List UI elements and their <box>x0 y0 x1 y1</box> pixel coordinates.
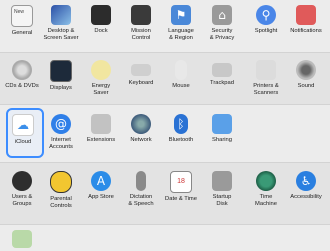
third-party-pane-icon <box>12 230 32 248</box>
pane-time-machine[interactable]: Time Machine <box>246 171 286 207</box>
puzzle-icon <box>91 114 111 134</box>
globe-icon <box>131 114 151 134</box>
notifications-icon <box>296 5 316 25</box>
pane-desktop-label: Desktop & Screen Saver <box>43 28 79 41</box>
pane-dock[interactable]: Dock <box>81 5 121 35</box>
pane-sound[interactable]: Sound <box>286 60 326 90</box>
pane-sharing-label: Sharing <box>212 137 232 143</box>
pane-users-label: Users & Groups <box>11 194 33 207</box>
cloud-icon: ☁ <box>12 114 34 136</box>
pane-language-region[interactable]: ⚑ Language & Region <box>161 5 201 41</box>
section-other <box>0 224 330 251</box>
app-store-icon: A <box>91 171 111 191</box>
speaker-icon <box>296 60 316 80</box>
users-icon <box>12 171 32 191</box>
pane-notifications-label: Notifications <box>290 28 322 34</box>
pane-app-store-label: App Store <box>88 194 114 200</box>
microphone-icon <box>136 171 146 191</box>
at-icon: @ <box>51 114 71 134</box>
pane-parental-label: Parental Controls <box>50 196 72 209</box>
pane-trackpad-label: Trackpad <box>210 80 234 86</box>
pane-displays-label: Displays <box>50 85 72 91</box>
pane-language-label: Language & Region <box>168 28 194 41</box>
pane-internet-accounts[interactable]: @ Internet Accounts <box>41 114 81 150</box>
pane-accessibility-label: Accessibility <box>290 194 322 200</box>
keyboard-icon <box>131 64 151 76</box>
pane-notifications[interactable]: Notifications <box>286 5 326 35</box>
time-machine-icon <box>256 171 276 191</box>
house-icon: ⌂ <box>212 5 232 25</box>
mouse-icon <box>175 60 187 80</box>
pane-internet-label: Internet Accounts <box>49 137 73 150</box>
pane-keyboard-label: Keyboard <box>128 80 154 86</box>
pane-spotlight[interactable]: ⚲ Spotlight <box>246 5 286 35</box>
pane-security-privacy[interactable]: ⌂ Security & Privacy <box>202 5 242 41</box>
pane-startup-disk[interactable]: Startup Disk <box>202 171 242 207</box>
pane-general-label: General <box>11 30 33 36</box>
pane-printers-scanners[interactable]: Printers & Scanners <box>246 60 286 96</box>
accessibility-icon: ♿ <box>296 171 316 191</box>
bluetooth-icon: ᛒ <box>174 114 188 134</box>
dock-icon <box>91 5 111 25</box>
pane-parental-controls[interactable]: Parental Controls <box>41 171 81 209</box>
folder-icon <box>212 114 232 134</box>
pane-mouse[interactable]: Mouse <box>161 60 201 90</box>
trackpad-icon <box>212 63 232 77</box>
pane-displays[interactable]: Displays <box>41 60 81 92</box>
pane-bluetooth-label: Bluetooth <box>168 137 194 143</box>
pane-dictation-label: Dictation & Speech <box>128 194 154 207</box>
pane-third-party[interactable] <box>2 230 42 248</box>
disk-icon <box>212 171 232 191</box>
pane-sharing[interactable]: Sharing <box>202 114 242 144</box>
pane-cds-dvds[interactable]: CDs & DVDs <box>2 60 42 90</box>
pane-date-time-label: Date & Time <box>165 196 197 202</box>
parental-icon <box>50 171 72 193</box>
pane-desktop-screen-saver[interactable]: Desktop & Screen Saver <box>41 5 81 41</box>
pane-icloud-label: iCloud <box>14 139 32 145</box>
pane-dictation-speech[interactable]: Dictation & Speech <box>121 171 161 207</box>
pane-network-label: Network <box>130 137 152 143</box>
pane-cds-label: CDs & DVDs <box>5 83 39 89</box>
spotlight-icon: ⚲ <box>256 5 276 25</box>
pane-time-machine-label: Time Machine <box>255 194 277 207</box>
pane-accessibility[interactable]: ♿ Accessibility <box>286 171 326 201</box>
pane-network[interactable]: Network <box>121 114 161 144</box>
pane-security-label: Security & Privacy <box>209 28 235 41</box>
pane-keyboard[interactable]: Keyboard <box>121 60 161 87</box>
pane-extensions-label: Extensions <box>86 137 116 143</box>
pane-trackpad[interactable]: Trackpad <box>202 60 242 87</box>
calendar-icon: 18 <box>170 171 192 193</box>
display-icon <box>50 60 72 82</box>
pane-mission-control[interactable]: Mission Control <box>121 5 161 41</box>
pane-spotlight-label: Spotlight <box>254 28 278 34</box>
pane-printers-label: Printers & Scanners <box>253 83 279 96</box>
pane-app-store[interactable]: A App Store <box>81 171 121 201</box>
general-badge: New <box>14 9 25 15</box>
flag-icon: ⚑ <box>171 5 191 25</box>
pane-icloud[interactable]: ☁ iCloud <box>3 114 43 146</box>
date-badge: 18 <box>177 178 185 185</box>
mission-control-icon <box>131 5 151 25</box>
pane-energy-saver[interactable]: Energy Saver <box>81 60 121 96</box>
pane-mouse-label: Mouse <box>172 83 190 89</box>
pane-dock-label: Dock <box>94 28 108 34</box>
pane-mission-control-label: Mission Control <box>131 28 151 41</box>
pane-bluetooth[interactable]: ᛒ Bluetooth <box>161 114 201 144</box>
pane-date-time[interactable]: 18 Date & Time <box>161 171 201 203</box>
general-icon: New <box>11 5 33 27</box>
pane-general[interactable]: New General <box>2 5 42 37</box>
pane-extensions[interactable]: Extensions <box>81 114 121 144</box>
disc-icon <box>12 60 32 80</box>
pane-sound-label: Sound <box>297 83 315 89</box>
pane-energy-label: Energy Saver <box>91 83 111 96</box>
pane-startup-label: Startup Disk <box>212 194 232 207</box>
printer-icon <box>256 60 276 80</box>
lightbulb-icon <box>91 60 111 80</box>
desktop-icon <box>51 5 71 25</box>
pane-users-groups[interactable]: Users & Groups <box>2 171 42 207</box>
